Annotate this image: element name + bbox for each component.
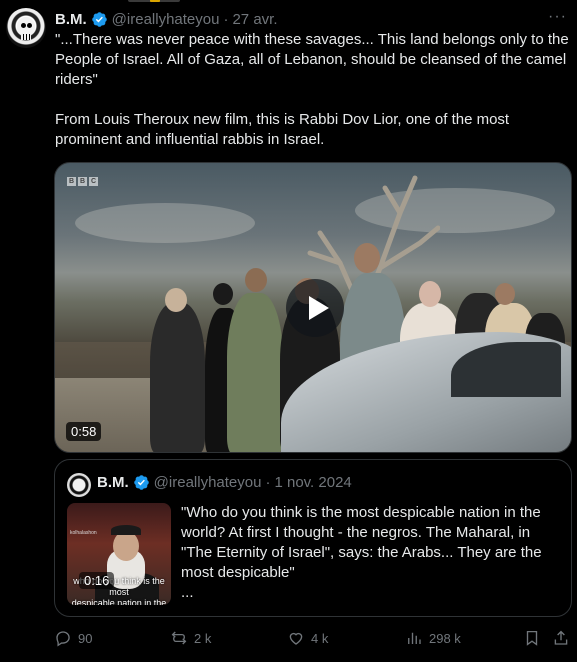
avatar-eye-right	[27, 23, 32, 28]
share-button[interactable]	[552, 626, 570, 650]
play-icon[interactable]	[286, 279, 344, 337]
views-count: 298 k	[429, 630, 461, 646]
bookmark-icon	[526, 630, 538, 646]
author-avatar[interactable]	[6, 8, 46, 48]
previous-tweet-fragment	[0, 0, 577, 6]
person-head	[495, 283, 515, 305]
reply-count: 90	[78, 630, 93, 646]
quoted-author-avatar	[67, 473, 91, 497]
verified-badge-icon	[91, 11, 107, 27]
action-bar: 90 2 k 4 k 298 k	[54, 626, 572, 650]
person-head	[354, 243, 380, 273]
bbc-watermark-letter: B	[78, 177, 87, 186]
tweet-text: "...There was never peace with these sav…	[55, 31, 569, 148]
person-head	[165, 288, 187, 312]
quoted-video-duration: 0:16	[79, 572, 115, 589]
video-duration: 0:58	[66, 422, 102, 441]
views-icon	[408, 632, 421, 644]
more-icon[interactable]: ···	[548, 8, 567, 26]
bbc-watermark-letter: C	[89, 177, 98, 186]
rabbi-hat	[111, 525, 141, 535]
avatar-jaw	[21, 34, 31, 40]
quoted-author-handle: @ireallyhateyou	[153, 474, 262, 491]
header-separator: ·	[223, 10, 229, 28]
tweet-header: B.M. @ireallyhateyou · 27 avr.	[55, 9, 278, 29]
repost-count: 2 k	[194, 630, 212, 646]
reply-button[interactable]: 90	[54, 626, 92, 650]
quoted-tweet-date: 1 nov. 2024	[274, 474, 352, 491]
channel-logo: kolhalashon	[70, 530, 97, 536]
repost-icon	[171, 631, 187, 645]
person	[150, 303, 205, 452]
author-name[interactable]: B.M.	[55, 11, 87, 28]
video-player[interactable]: B B C 0:58	[54, 162, 572, 453]
quoted-tweet[interactable]: B.M. @ireallyhateyou · 1 nov. 2024 kolha…	[54, 459, 572, 617]
repost-button[interactable]: 2 k	[170, 626, 211, 650]
person-head	[419, 281, 441, 307]
avatar-eye-left	[21, 23, 26, 28]
quoted-author-name: B.M.	[97, 474, 129, 491]
avatar-skull-graphic	[17, 17, 35, 35]
quoted-tweet-header: B.M. @ireallyhateyou · 1 nov. 2024	[97, 474, 352, 491]
bbc-watermark: B B C	[67, 177, 98, 186]
verified-badge-icon	[133, 475, 149, 490]
quoted-video-thumbnail[interactable]: kolhalashon who do you think is the most…	[67, 503, 171, 605]
previous-tweet-emoji	[150, 0, 160, 2]
like-count: 4 k	[311, 630, 329, 646]
reply-icon	[56, 631, 70, 647]
share-icon	[554, 630, 568, 645]
views-button[interactable]: 298 k	[405, 626, 461, 650]
like-button[interactable]: 4 k	[287, 626, 328, 650]
cloud	[75, 203, 255, 243]
bbc-watermark-letter: B	[67, 177, 76, 186]
tweet-date[interactable]: 27 avr.	[232, 11, 277, 28]
quoted-header-separator: ·	[265, 474, 271, 491]
person	[227, 293, 283, 452]
person-head	[245, 268, 267, 292]
person-head	[213, 283, 233, 305]
quoted-tweet-text: "Who do you think is the most despicable…	[181, 504, 542, 601]
like-icon	[289, 632, 303, 645]
bookmark-button[interactable]	[523, 626, 541, 650]
author-handle[interactable]: @ireallyhateyou	[112, 11, 220, 28]
rabbi-head	[113, 531, 139, 561]
